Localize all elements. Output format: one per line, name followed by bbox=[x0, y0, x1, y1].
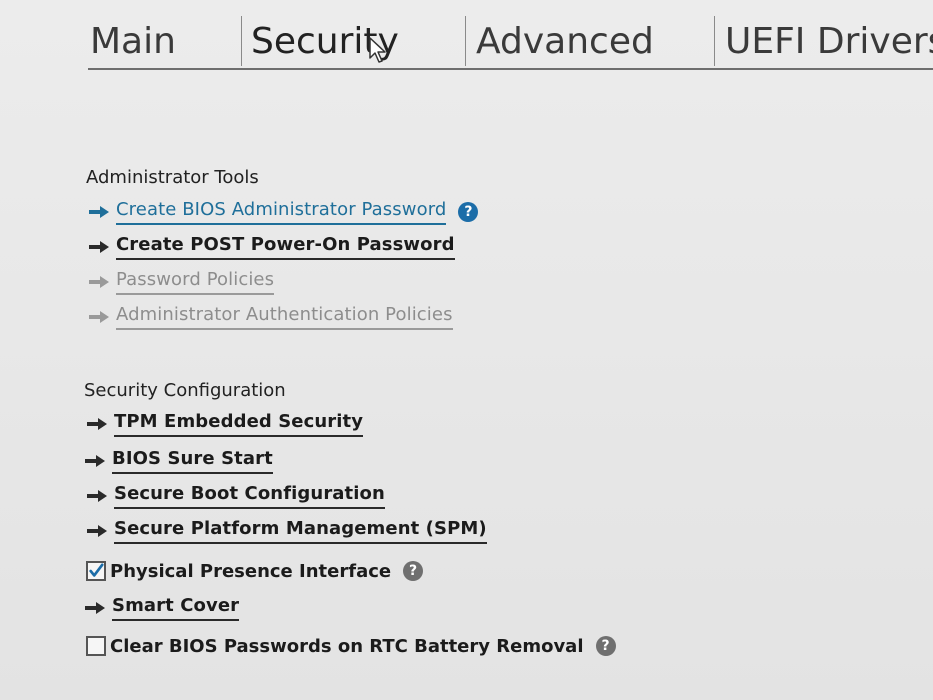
security-configuration-heading: Security Configuration bbox=[84, 380, 286, 401]
mouse-pointer-icon bbox=[369, 37, 386, 63]
password-policies-link: Password Policies bbox=[88, 267, 275, 297]
tab-separator bbox=[241, 16, 242, 66]
link-label[interactable]: Create POST Power-On Password bbox=[116, 234, 455, 260]
arrow-right-icon bbox=[89, 241, 109, 253]
admin-authentication-policies-link: Administrator Authentication Policies bbox=[88, 302, 453, 332]
arrow-right-icon bbox=[89, 311, 109, 323]
checkbox-label: Clear BIOS Passwords on RTC Battery Remo… bbox=[110, 635, 584, 657]
help-icon[interactable]: ? bbox=[403, 561, 424, 581]
link-label[interactable]: Smart Cover bbox=[112, 595, 240, 621]
link-label[interactable]: Create BIOS Administrator Password bbox=[116, 199, 447, 225]
create-bios-admin-password-link[interactable]: Create BIOS Administrator Password ? bbox=[88, 197, 479, 227]
secure-boot-configuration-link[interactable]: Secure Boot Configuration bbox=[86, 481, 385, 511]
help-icon[interactable]: ? bbox=[458, 202, 479, 222]
secure-platform-management-link[interactable]: Secure Platform Management (SPM) bbox=[86, 516, 487, 546]
checkmark-icon bbox=[89, 563, 104, 577]
tab-uefi-drivers[interactable]: UEFI Drivers bbox=[725, 20, 933, 64]
checkbox-label: Physical Presence Interface bbox=[110, 560, 392, 582]
arrow-right-icon bbox=[87, 418, 107, 430]
smart-cover-link[interactable]: Smart Cover bbox=[84, 593, 240, 623]
arrow-right-icon bbox=[87, 490, 107, 502]
tab-separator bbox=[465, 16, 466, 66]
tab-advanced[interactable]: Advanced bbox=[476, 20, 654, 64]
tab-main[interactable]: Main bbox=[90, 20, 176, 64]
link-label[interactable]: Secure Boot Configuration bbox=[114, 483, 385, 509]
administrator-tools-heading: Administrator Tools bbox=[86, 167, 259, 188]
arrow-right-icon bbox=[89, 206, 109, 218]
physical-presence-checkbox[interactable] bbox=[86, 561, 106, 581]
arrow-right-icon bbox=[85, 602, 105, 614]
arrow-right-icon bbox=[87, 525, 107, 537]
physical-presence-interface-option[interactable]: Physical Presence Interface ? bbox=[86, 556, 424, 586]
link-label[interactable]: BIOS Sure Start bbox=[112, 448, 273, 474]
create-post-power-on-password-link[interactable]: Create POST Power-On Password bbox=[88, 232, 455, 262]
link-label: Administrator Authentication Policies bbox=[116, 304, 453, 330]
link-label[interactable]: Secure Platform Management (SPM) bbox=[114, 518, 487, 544]
arrow-right-icon bbox=[89, 276, 109, 288]
clear-bios-passwords-checkbox[interactable] bbox=[86, 636, 106, 656]
link-label[interactable]: TPM Embedded Security bbox=[114, 411, 364, 437]
tpm-embedded-security-link[interactable]: TPM Embedded Security bbox=[86, 409, 364, 439]
tab-separator bbox=[714, 16, 715, 66]
help-icon[interactable]: ? bbox=[595, 636, 616, 656]
bios-sure-start-link[interactable]: BIOS Sure Start bbox=[84, 446, 273, 476]
link-label: Password Policies bbox=[116, 269, 275, 295]
clear-bios-passwords-option[interactable]: Clear BIOS Passwords on RTC Battery Remo… bbox=[86, 631, 616, 661]
arrow-right-icon bbox=[85, 455, 105, 467]
tab-bar: Main Security Advanced UEFI Drivers bbox=[88, 12, 933, 70]
